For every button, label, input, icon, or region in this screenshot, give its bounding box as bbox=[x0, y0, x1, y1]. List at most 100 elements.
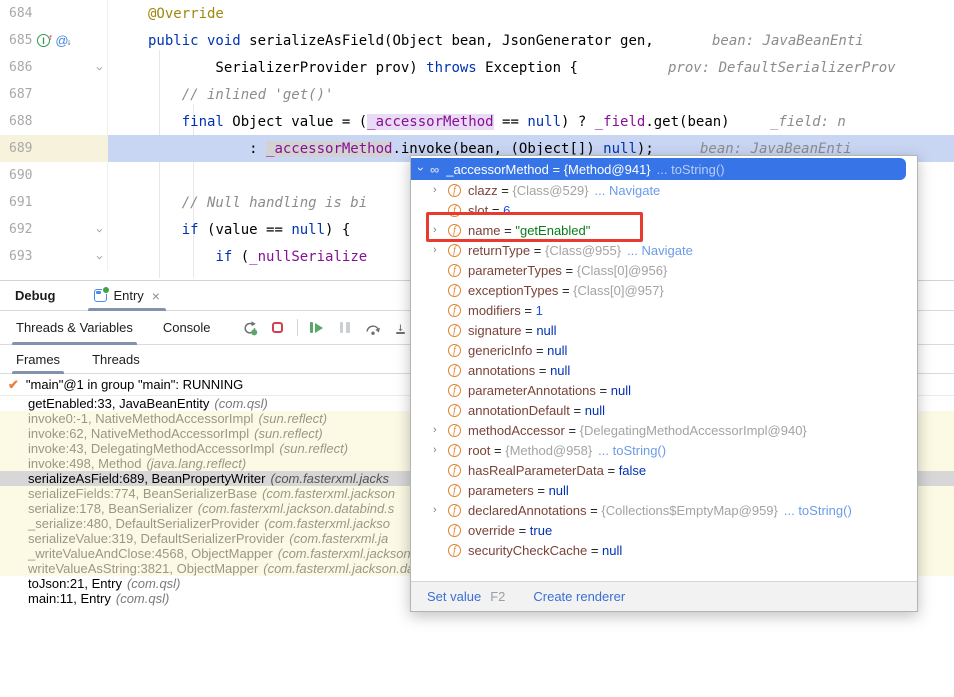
field-row-name[interactable]: ›fname = "getEnabled" bbox=[411, 220, 917, 240]
step-into-icon[interactable]: ↓ bbox=[392, 319, 410, 337]
session-tab-entry[interactable]: Entry × bbox=[88, 281, 166, 310]
field-row-parameterTypes[interactable]: fparameterTypes = {Class[0]@956} bbox=[411, 260, 917, 280]
gutter-icons: I↑@↓ bbox=[37, 33, 91, 48]
field-row-returnType[interactable]: ›freturnType = {Class@955}... Navigate bbox=[411, 240, 917, 260]
field-name: genericInfo bbox=[468, 343, 532, 358]
gutter-692[interactable]: 692 › bbox=[0, 216, 108, 243]
tab-frames[interactable]: Frames bbox=[12, 345, 64, 373]
code-text[interactable]: SerializerProvider prov) throws Exceptio… bbox=[108, 54, 954, 81]
code-text[interactable]: public void serializeAsField(Object bean… bbox=[108, 27, 954, 54]
field-name: override bbox=[468, 523, 515, 538]
step-over-icon[interactable] bbox=[364, 319, 382, 337]
field-row-methodAccessor[interactable]: ›fmethodAccessor = {DelegatingMethodAcce… bbox=[411, 420, 917, 440]
line-number[interactable]: 693 bbox=[0, 249, 37, 264]
equals-sign: = bbox=[490, 443, 505, 458]
line-number[interactable]: 687 bbox=[0, 87, 37, 102]
fold-column[interactable]: › bbox=[91, 249, 107, 265]
create-renderer-link[interactable]: Create renderer bbox=[533, 589, 625, 604]
chevron-right-icon[interactable]: › bbox=[433, 444, 448, 456]
chevron-right-icon[interactable]: › bbox=[433, 184, 448, 196]
stop-icon[interactable] bbox=[269, 319, 287, 337]
field-row-hasRealParameterData[interactable]: fhasRealParameterData = false bbox=[411, 460, 917, 480]
code-line-688[interactable]: 688 final Object value = (_accessorMetho… bbox=[0, 108, 954, 135]
code-text[interactable]: // inlined 'get()' bbox=[108, 81, 954, 108]
chevron-expanded-icon[interactable]: › bbox=[414, 167, 428, 171]
tab-threads-variables[interactable]: Threads & Variables bbox=[12, 311, 137, 344]
code-segment: // Null handling is bi bbox=[182, 195, 367, 211]
tab-console[interactable]: Console bbox=[159, 311, 215, 344]
code-segment bbox=[148, 195, 182, 211]
tostring-link[interactable]: ... toString() bbox=[657, 162, 725, 177]
field-icon: f bbox=[448, 264, 461, 277]
tab-threads[interactable]: Threads bbox=[88, 345, 144, 373]
field-row-annotationDefault[interactable]: fannotationDefault = null bbox=[411, 400, 917, 420]
line-number[interactable]: 688 bbox=[0, 114, 37, 129]
field-row-genericInfo[interactable]: fgenericInfo = null bbox=[411, 340, 917, 360]
field-row-modifiers[interactable]: fmodifiers = 1 bbox=[411, 300, 917, 320]
code-segment: : bbox=[148, 141, 266, 157]
line-number[interactable]: 690 bbox=[0, 168, 37, 183]
chevron-right-icon[interactable]: › bbox=[433, 244, 448, 256]
field-name: returnType bbox=[468, 243, 530, 258]
field-row-signature[interactable]: fsignature = null bbox=[411, 320, 917, 340]
code-line-687[interactable]: 687 // inlined 'get()' bbox=[0, 81, 954, 108]
fold-chevron-icon[interactable]: › bbox=[91, 64, 106, 72]
line-number[interactable]: 692 bbox=[0, 222, 37, 237]
gutter-691[interactable]: 691 bbox=[0, 189, 108, 216]
line-number[interactable]: 684 bbox=[0, 6, 37, 21]
gutter-685[interactable]: 685I↑@↓ bbox=[0, 27, 108, 54]
field-row-override[interactable]: foverride = true bbox=[411, 520, 917, 540]
value-action-link[interactable]: ... Navigate bbox=[595, 183, 661, 198]
implements-icon[interactable]: I↑ bbox=[37, 34, 53, 47]
value-action-link[interactable]: ... toString() bbox=[598, 443, 666, 458]
chevron-right-icon[interactable]: › bbox=[433, 224, 448, 236]
field-row-annotations[interactable]: fannotations = null bbox=[411, 360, 917, 380]
code-segment: final bbox=[182, 114, 233, 130]
code-line-685[interactable]: 685I↑@↓public void serializeAsField(Obje… bbox=[0, 27, 954, 54]
field-row-parameterAnnotations[interactable]: fparameterAnnotations = null bbox=[411, 380, 917, 400]
close-icon[interactable]: × bbox=[152, 288, 160, 304]
line-number[interactable]: 686 bbox=[0, 60, 37, 75]
code-segment: Exception { bbox=[477, 60, 578, 76]
code-text[interactable]: @Override bbox=[108, 0, 954, 27]
fold-column[interactable]: › bbox=[91, 60, 107, 76]
code-text[interactable]: final Object value = (_accessorMethod ==… bbox=[108, 108, 954, 135]
field-row-slot[interactable]: fslot = 6 bbox=[411, 200, 917, 220]
code-line-686[interactable]: 686 › SerializerProvider prov) throws Exc… bbox=[0, 54, 954, 81]
value-action-link[interactable]: ... toString() bbox=[784, 503, 852, 518]
field-row-declaredAnnotations[interactable]: ›fdeclaredAnnotations = {Collections$Emp… bbox=[411, 500, 917, 520]
field-value: null bbox=[550, 363, 570, 378]
pause-icon[interactable] bbox=[336, 319, 354, 337]
field-name: securityCheckCache bbox=[468, 543, 587, 558]
fold-column[interactable]: › bbox=[91, 222, 107, 238]
line-number[interactable]: 689 bbox=[0, 141, 37, 156]
chevron-right-icon[interactable]: › bbox=[433, 424, 448, 436]
field-name: name bbox=[468, 223, 501, 238]
line-number[interactable]: 691 bbox=[0, 195, 37, 210]
code-line-684[interactable]: 684 @Override bbox=[0, 0, 954, 27]
fold-chevron-icon[interactable]: › bbox=[91, 226, 106, 234]
gutter-684[interactable]: 684 bbox=[0, 0, 108, 27]
field-row-securityCheckCache[interactable]: fsecurityCheckCache = null bbox=[411, 540, 917, 560]
gutter-687[interactable]: 687 bbox=[0, 81, 108, 108]
field-row-exceptionTypes[interactable]: fexceptionTypes = {Class[0]@957} bbox=[411, 280, 917, 300]
fold-chevron-icon[interactable]: › bbox=[91, 253, 106, 261]
field-value: {Class@955} bbox=[545, 243, 621, 258]
resume-icon[interactable] bbox=[308, 319, 326, 337]
frame-package: (com.fasterxml.jackson.databind.s bbox=[198, 501, 395, 516]
popup-selected-node[interactable]: › ∞ _accessorMethod = {Method@941} ... t… bbox=[411, 158, 906, 180]
gutter-689[interactable]: 689 bbox=[0, 135, 108, 162]
line-number[interactable]: 685 bbox=[0, 33, 37, 48]
gutter-693[interactable]: 693 › bbox=[0, 243, 108, 270]
field-row-parameters[interactable]: fparameters = null bbox=[411, 480, 917, 500]
gutter-688[interactable]: 688 bbox=[0, 108, 108, 135]
chevron-right-icon[interactable]: › bbox=[433, 504, 448, 516]
gutter-686[interactable]: 686 › bbox=[0, 54, 108, 81]
field-row-root[interactable]: ›froot = {Method@958}... toString() bbox=[411, 440, 917, 460]
rerun-icon[interactable] bbox=[241, 319, 259, 337]
set-value-link[interactable]: Set value bbox=[427, 589, 481, 604]
override-annotation-icon[interactable]: @↓ bbox=[55, 33, 71, 48]
gutter-690[interactable]: 690 bbox=[0, 162, 108, 189]
field-row-clazz[interactable]: ›fclazz = {Class@529}... Navigate bbox=[411, 180, 917, 200]
value-action-link[interactable]: ... Navigate bbox=[627, 243, 693, 258]
